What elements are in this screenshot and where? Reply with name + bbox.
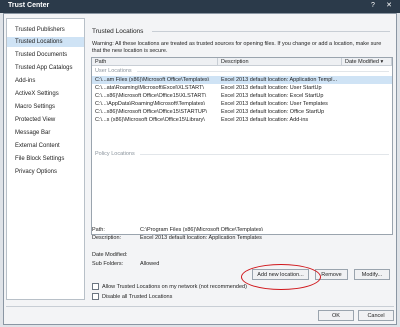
main-panel: Trusted Locations Warning: All these loc… xyxy=(88,18,396,300)
group-user-locations: User Locations xyxy=(95,68,132,74)
row-description: Excel 2013 default location: User Templa… xyxy=(221,101,328,107)
group-divider xyxy=(137,71,389,72)
ok-button[interactable]: OK xyxy=(318,310,354,321)
row-path: C:\...am Files (x86)\Microsoft Office\Te… xyxy=(95,77,210,83)
trusted-locations-list[interactable]: Path Description Date Modified ▾ User Lo… xyxy=(91,57,393,235)
title-bar: Trust Center ? ✕ xyxy=(0,0,400,13)
table-row[interactable]: C:\...\AppData\Roaming\Microsoft\Templat… xyxy=(92,100,392,108)
help-button[interactable]: ? xyxy=(368,1,378,11)
table-row[interactable]: C:\...s (x86)\Microsoft Office\Office15\… xyxy=(92,116,392,124)
row-path: C:\...x86)\Microsoft Office\Office15\STA… xyxy=(95,109,208,115)
row-path: C:\...s (x86)\Microsoft Office\Office15\… xyxy=(95,117,205,123)
heading-divider xyxy=(152,31,390,32)
checkbox-box[interactable] xyxy=(92,293,99,300)
sidebar-item-external-content[interactable]: External Content xyxy=(7,141,84,151)
path-label: Path: xyxy=(92,227,105,233)
sidebar-item-trusted-documents[interactable]: Trusted Documents xyxy=(7,50,84,60)
table-row[interactable]: C:\...am Files (x86)\Microsoft Office\Te… xyxy=(92,76,392,84)
disable-trusted-locations-checkbox[interactable]: Disable all Trusted Locations xyxy=(92,293,172,300)
column-header-path[interactable]: Path xyxy=(92,58,218,66)
close-button[interactable]: ✕ xyxy=(384,1,394,11)
sidebar: Trusted Publishers Trusted Locations Tru… xyxy=(6,18,85,300)
row-path: C:\...ata\Roaming\Microsoft\Excel\XLSTAR… xyxy=(95,85,204,91)
row-description: Excel 2013 default location: Application… xyxy=(221,77,338,83)
sidebar-item-message-bar[interactable]: Message Bar xyxy=(7,128,84,138)
window-title: Trust Center xyxy=(8,2,50,9)
row-description: Excel 2013 default location: Add-ins xyxy=(221,117,309,123)
description-value: Excel 2013 default location: Application… xyxy=(140,235,262,241)
add-new-location-button[interactable]: Add new location... xyxy=(252,269,309,280)
modify-button[interactable]: Modify... xyxy=(354,269,390,280)
table-row[interactable]: C:\...ata\Roaming\Microsoft\Excel\XLSTAR… xyxy=(92,84,392,92)
sidebar-item-file-block-settings[interactable]: File Block Settings xyxy=(7,154,84,164)
cancel-button[interactable]: Cancel xyxy=(358,310,394,321)
row-path: C:\...\AppData\Roaming\Microsoft\Templat… xyxy=(95,101,206,107)
row-description: Excel 2013 default location: User StartU… xyxy=(221,85,322,91)
allow-network-locations-checkbox[interactable]: Allow Trusted Locations on my network (n… xyxy=(92,283,247,290)
sub-folders-value: Allowed xyxy=(140,261,160,267)
checkbox-box[interactable] xyxy=(92,283,99,290)
group-policy-locations: Policy Locations xyxy=(95,151,135,157)
footer-divider xyxy=(6,306,394,307)
column-header-date-modified[interactable]: Date Modified ▾ xyxy=(342,58,392,66)
path-value: C:\Program Files (x86)\Microsoft Office\… xyxy=(140,227,264,233)
sidebar-item-trusted-app-catalogs[interactable]: Trusted App Catalogs xyxy=(7,63,84,73)
row-path: C:\...x86)\Microsoft Office\Office15\XLS… xyxy=(95,93,207,99)
sidebar-item-trusted-publishers[interactable]: Trusted Publishers xyxy=(7,25,84,35)
description-label: Description: xyxy=(92,235,122,241)
remove-button[interactable]: Remove xyxy=(315,269,348,280)
table-row[interactable]: C:\...x86)\Microsoft Office\Office15\XLS… xyxy=(92,92,392,100)
section-heading: Trusted Locations xyxy=(92,28,144,35)
sidebar-item-activex-settings[interactable]: ActiveX Settings xyxy=(7,89,84,99)
checkbox-label: Allow Trusted Locations on my network (n… xyxy=(102,283,247,290)
warning-text: Warning: All these locations are treated… xyxy=(92,41,382,54)
sidebar-item-privacy-options[interactable]: Privacy Options xyxy=(7,167,84,177)
sub-folders-label: Sub Folders: xyxy=(92,261,124,267)
sidebar-item-macro-settings[interactable]: Macro Settings xyxy=(7,102,84,112)
table-row[interactable]: C:\...x86)\Microsoft Office\Office15\STA… xyxy=(92,108,392,116)
sidebar-item-trusted-locations[interactable]: Trusted Locations xyxy=(7,37,84,47)
date-modified-label: Date Modified: xyxy=(92,252,128,258)
group-divider xyxy=(140,154,389,155)
sidebar-item-protected-view[interactable]: Protected View xyxy=(7,115,84,125)
row-description: Excel 2013 default location: Office Star… xyxy=(221,109,325,115)
row-description: Excel 2013 default location: Excel Start… xyxy=(221,93,324,99)
sidebar-item-add-ins[interactable]: Add-ins xyxy=(7,76,84,86)
checkbox-label: Disable all Trusted Locations xyxy=(102,293,173,300)
column-header-description[interactable]: Description xyxy=(218,58,342,66)
